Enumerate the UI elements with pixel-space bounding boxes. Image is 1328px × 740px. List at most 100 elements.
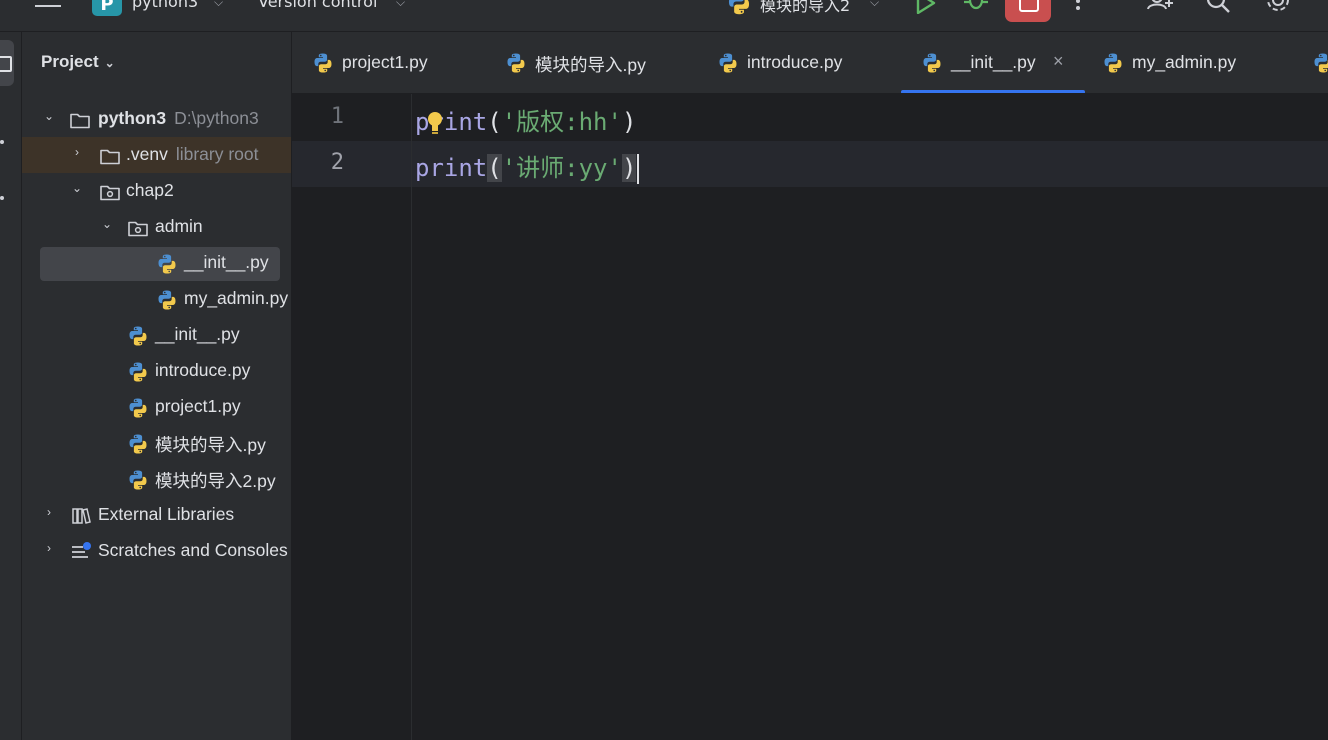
tab-label: 模块的导入.py [535, 55, 646, 75]
tab-label: __init__.py [951, 52, 1036, 72]
python-icon [719, 53, 737, 73]
tree-item-label: .venv [126, 144, 168, 164]
line-number-gutter: 1 2 [292, 94, 412, 740]
python-icon [1314, 53, 1328, 73]
chevron-down-icon[interactable]: ⌵ [214, 0, 223, 10]
project-badge[interactable]: P [92, 0, 122, 16]
project-name[interactable]: python3 [132, 0, 198, 11]
code-function: print [415, 108, 488, 136]
menu-icon[interactable] [35, 0, 63, 15]
package-folder-icon [128, 221, 148, 237]
chevron-right-icon[interactable]: › [70, 145, 84, 159]
code-paren: ) [621, 154, 637, 182]
tree-item-label: project1.py [155, 396, 241, 416]
debug-icon[interactable] [962, 0, 990, 14]
more-icon[interactable] [1072, 0, 1084, 16]
package-folder-icon [100, 185, 120, 201]
stop-icon[interactable] [1005, 0, 1051, 22]
tree-item-python3[interactable]: ⌄ python3 D:\python3 [22, 101, 291, 137]
tree-item-label: my_admin.py [184, 288, 289, 308]
line-number: 2 [330, 150, 344, 175]
python-icon [129, 470, 147, 490]
close-icon[interactable]: × [1053, 51, 1064, 72]
tree-item-module-import-2[interactable]: 模块的导入2.py [22, 461, 291, 497]
tree-item-venv[interactable]: › .venv library root [22, 137, 291, 173]
tool-button[interactable] [0, 196, 4, 200]
code-string: '讲师:yy' [501, 154, 622, 182]
tree-item-label: admin [155, 216, 203, 236]
tree-item-hint: library root [175, 144, 259, 164]
chevron-down-icon[interactable]: ⌄ [100, 217, 114, 231]
tree-item-my-admin[interactable]: my_admin.py [22, 281, 291, 317]
project-panel-title[interactable]: Project ⌄ [41, 52, 115, 72]
code-line[interactable]: print('讲师:yy') [415, 148, 640, 184]
tree-item-label: introduce.py [155, 360, 251, 380]
tree-item-project1[interactable]: project1.py [22, 389, 291, 425]
code-line[interactable]: print('版权:hh') [415, 102, 636, 137]
search-icon[interactable] [1206, 0, 1232, 16]
python-icon [1104, 53, 1122, 73]
python-icon [129, 398, 147, 418]
tool-button[interactable] [0, 140, 4, 144]
tree-item-label: __init__.py [155, 324, 240, 344]
vcs-widget[interactable]: Version control [258, 0, 377, 11]
python-icon [129, 434, 147, 454]
code-function: print [415, 154, 488, 182]
tree-item-label: Scratches and Consoles [98, 540, 288, 560]
tool-window-strip [0, 32, 22, 740]
tree-item-admin-init[interactable]: __init__.py [22, 245, 291, 281]
project-tool-button[interactable] [0, 40, 14, 86]
code-editor[interactable]: 1 2 print('版权:hh') print('讲师:yy') [292, 94, 1328, 740]
editor-tab-bar: project1.py 模块的导入.py introduce.py __init… [292, 32, 1328, 94]
python-icon [314, 53, 332, 73]
code-paren: ( [487, 154, 502, 182]
python-icon [129, 362, 147, 382]
chevron-right-icon[interactable]: › [42, 541, 56, 555]
python-icon [923, 53, 941, 73]
folder-icon [70, 113, 90, 129]
tree-item-label: 模块的导入2.py [155, 471, 276, 491]
project-panel: Project ⌄ ⌄ python3 D:\python3 › .venv libr… [22, 32, 292, 740]
chevron-down-icon[interactable]: ⌄ [70, 181, 84, 195]
tree-item-label: __init__.py [184, 252, 269, 272]
python-icon [728, 0, 750, 15]
line-number: 1 [330, 104, 344, 129]
tree-item-chap2[interactable]: ⌄ chap2 [22, 173, 291, 209]
python-icon [158, 254, 176, 274]
code-paren: ) [621, 108, 637, 136]
run-icon[interactable] [914, 0, 936, 14]
tree-item-external-libraries[interactable]: › External Libraries [22, 497, 291, 533]
run-config-selector[interactable]: 模块的导入2 [760, 0, 850, 16]
tree-item-module-import[interactable]: 模块的导入.py [22, 425, 291, 461]
project-tree: ⌄ python3 D:\python3 › .venv library root … [22, 101, 291, 569]
tree-item-admin[interactable]: ⌄ admin [22, 209, 291, 245]
python-icon [129, 326, 147, 346]
add-user-icon[interactable] [1146, 0, 1174, 16]
project-panel-title-text: Project [41, 52, 99, 71]
python-icon [158, 290, 176, 310]
chevron-down-icon[interactable]: ⌵ [870, 0, 879, 10]
scratches-icon [72, 542, 91, 558]
main-toolbar: P python3 ⌵ Version control ⌵ 模块的导入2 ⌵ [0, 0, 1328, 32]
code-paren: ( [487, 108, 502, 136]
tree-item-label: python3 [98, 108, 167, 128]
chevron-right-icon[interactable]: › [42, 505, 56, 519]
chevron-down-icon[interactable]: ⌄ [105, 56, 115, 70]
folder-icon [100, 149, 120, 165]
tree-item-label: 模块的导入.py [155, 435, 266, 455]
tree-item-scratches[interactable]: › Scratches and Consoles [22, 533, 291, 569]
tree-item-introduce[interactable]: introduce.py [22, 353, 291, 389]
tab-init-active[interactable]: __init__.py × [901, 32, 1085, 93]
tree-item-hint: D:\python3 [174, 108, 259, 128]
library-icon [72, 508, 91, 524]
lightbulb-icon[interactable] [427, 110, 443, 136]
chevron-down-icon[interactable]: ⌄ [42, 109, 56, 123]
text-caret [637, 154, 640, 184]
tree-item-label: External Libraries [98, 504, 235, 524]
chevron-down-icon[interactable]: ⌵ [396, 0, 405, 10]
settings-icon[interactable] [1264, 0, 1292, 16]
tree-item-chap2-init[interactable]: __init__.py [22, 317, 291, 353]
tab-label: project1.py [342, 52, 428, 72]
python-icon [507, 53, 525, 73]
tab-label: my_admin.py [1132, 52, 1237, 72]
